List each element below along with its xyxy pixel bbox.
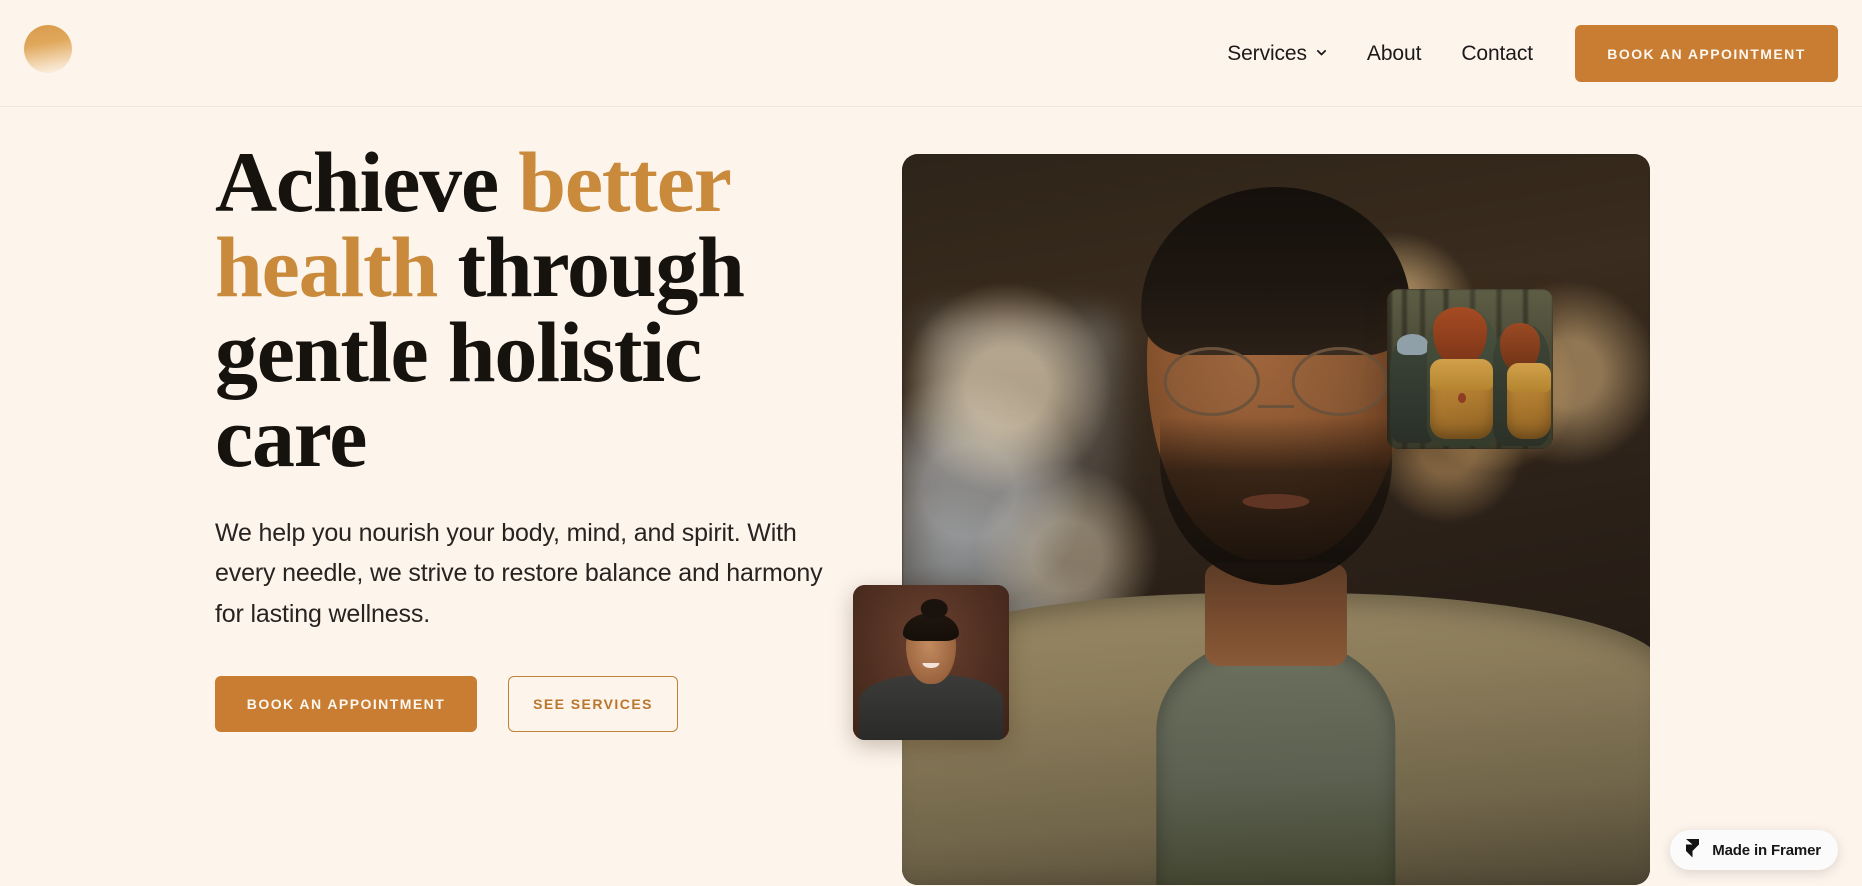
woman-torso: [859, 674, 1003, 740]
backpack-center-flap: [1430, 359, 1494, 390]
nav-item-services[interactable]: Services: [1227, 36, 1327, 72]
hero-book-appointment-button[interactable]: BOOK AN APPOINTMENT: [215, 676, 477, 732]
glasses-lens-left: [1163, 346, 1261, 416]
nav-item-about[interactable]: About: [1367, 36, 1421, 72]
backpack-center-badge: [1457, 392, 1467, 404]
header-book-appointment-button[interactable]: BOOK AN APPOINTMENT: [1575, 25, 1838, 82]
hero-copy-column: Achieve better health through gentle hol…: [215, 139, 855, 732]
made-in-framer-badge[interactable]: Made in Framer: [1670, 830, 1838, 870]
headline-line1-accent: better: [518, 134, 730, 230]
primary-navigation: Services About Contact: [1227, 36, 1533, 72]
hero-subcopy: We help you nourish your body, mind, and…: [215, 518, 823, 628]
hiker-left-beanie: [1396, 333, 1429, 355]
hero-see-services-button[interactable]: SEE SERVICES: [508, 676, 678, 732]
header-nav-cluster: Services About Contact BOOK AN APPOINTME…: [1227, 0, 1838, 107]
subject-tshirt: [1156, 636, 1396, 885]
backpack-right-flap: [1506, 362, 1552, 392]
headline-line2-plain: through: [437, 219, 745, 316]
hero-image-collage: [853, 107, 1862, 886]
headline-line3-plain: gentle holistic care: [215, 304, 702, 486]
nav-item-contact-label: Contact: [1461, 41, 1533, 65]
hero-action-row: BOOK AN APPOINTMENT SEE SERVICES: [215, 676, 855, 732]
backpack-right: [1506, 362, 1552, 440]
site-header: Services About Contact BOOK AN APPOINTME…: [0, 0, 1862, 107]
woman-hair-bun: [920, 598, 948, 620]
subject-glasses: [1163, 346, 1389, 416]
hero-woman-portrait-thumbnail-image: [853, 585, 1009, 740]
chevron-down-icon: [1316, 47, 1327, 58]
hero-section: Achieve better health through gentle hol…: [0, 107, 1862, 886]
hiker-center-hair: [1433, 306, 1487, 365]
portrait-subject: [902, 154, 1650, 885]
backpack-center: [1430, 359, 1494, 440]
hero-main-portrait-image: [902, 154, 1650, 885]
headline-line1-plain: Achieve: [215, 134, 519, 230]
glasses-lens-right: [1291, 346, 1389, 416]
hero-headline: Achieve better health through gentle hol…: [215, 139, 855, 481]
nav-item-about-label: About: [1366, 41, 1422, 65]
hero-hikers-thumbnail-image: [1387, 289, 1553, 449]
glasses-bridge: [1258, 405, 1294, 409]
nav-item-services-label: Services: [1227, 41, 1307, 65]
made-in-framer-label: Made in Framer: [1712, 841, 1821, 859]
nav-item-contact[interactable]: Contact: [1461, 36, 1533, 72]
framer-logo-icon: [1684, 838, 1701, 863]
subject-hair: [1141, 186, 1411, 356]
headline-line2-accent: health: [215, 219, 438, 316]
circle-gradient-logo-icon[interactable]: [24, 25, 72, 73]
